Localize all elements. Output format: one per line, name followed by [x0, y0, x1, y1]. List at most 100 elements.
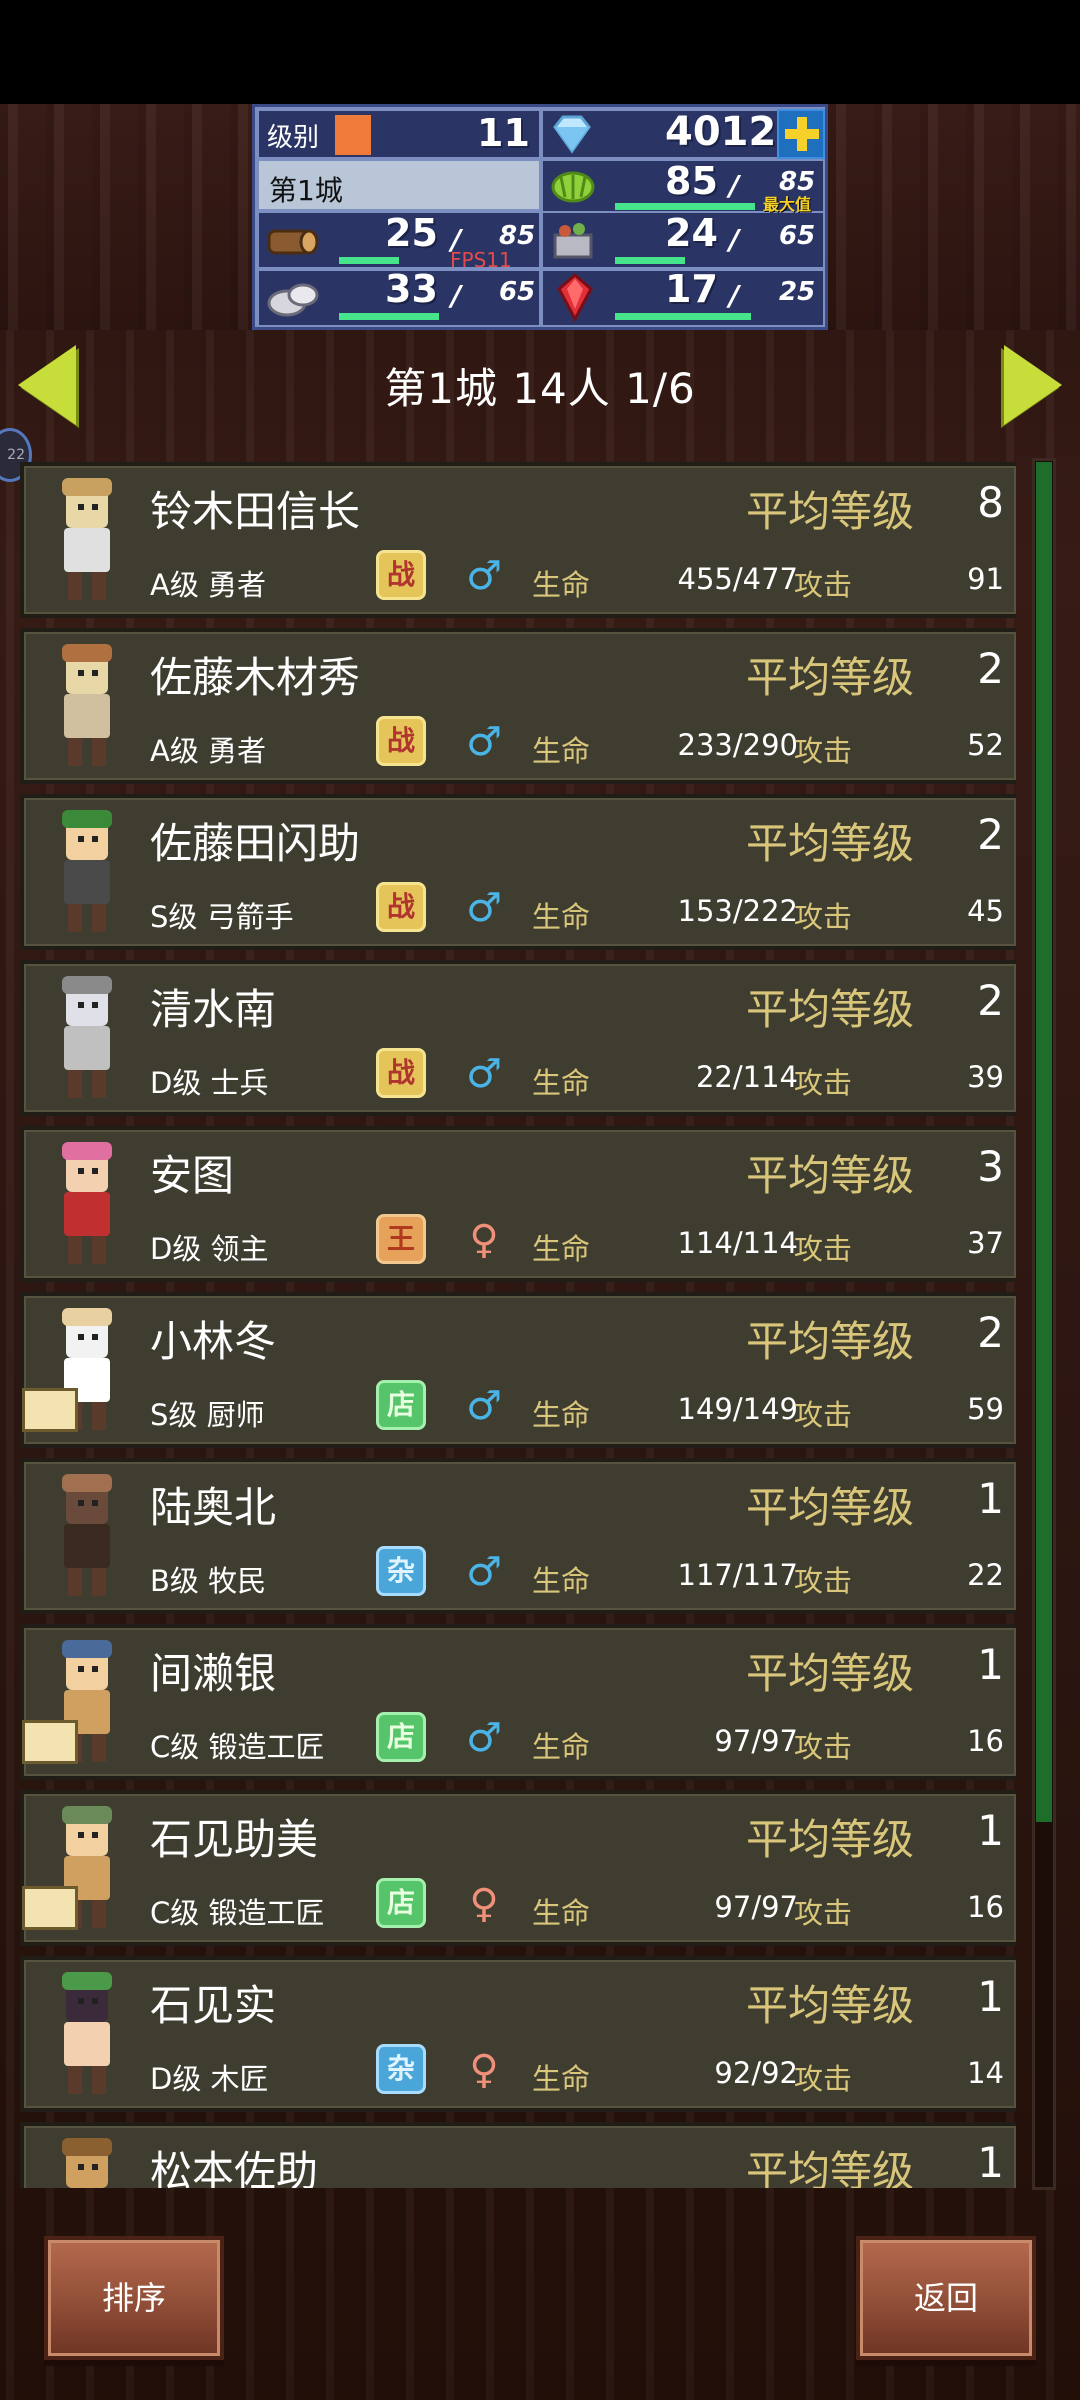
job-category-icon: 店 — [376, 1712, 426, 1762]
character-row[interactable]: 小林冬 平均等级 2 S级 厨师 店 ♂ 生命 149/149 攻击 59 — [20, 1292, 1016, 1448]
character-name: 石见助美 — [150, 1815, 319, 1864]
city-name: 第1城 — [269, 174, 343, 207]
character-row[interactable]: 石见实 平均等级 1 D级 木匠 杂 ♀ 生命 92/92 攻击 14 — [20, 1956, 1016, 2112]
gender-icon: ♂ — [466, 1383, 502, 1429]
attack-label: 攻击 — [794, 1398, 853, 1432]
character-level: 1 — [977, 1972, 1004, 2021]
character-name: 小林冬 — [150, 1317, 277, 1366]
character-list[interactable]: 铃木田信长 平均等级 8 A级 勇者 战 ♂ 生命 455/477 攻击 91 — [14, 456, 1016, 2188]
back-button[interactable]: 返回 — [856, 2236, 1036, 2360]
wood-log-icon — [267, 229, 319, 255]
hp-label: 生命 — [532, 734, 591, 768]
character-row[interactable]: 石见助美 平均等级 1 C级 锻造工匠 店 ♀ 生命 97/97 攻击 16 — [20, 1790, 1016, 1946]
character-row[interactable]: 佐藤木材秀 平均等级 2 A级 勇者 战 ♂ 生命 233/290 攻击 52 — [20, 628, 1016, 784]
hp-value: 92/92 — [714, 2056, 798, 2090]
job-category-icon: 战 — [376, 882, 426, 932]
ruby-slash: / — [729, 279, 740, 312]
character-avatar-icon — [62, 1474, 112, 1596]
character-level: 1 — [977, 1806, 1004, 1855]
job-category-icon: 王 — [376, 1214, 426, 1264]
stone-bar — [339, 313, 439, 320]
character-level: 2 — [977, 810, 1004, 859]
hp-value: 153/222 — [677, 894, 798, 928]
character-level: 1 — [977, 1474, 1004, 1523]
grass-icon — [551, 171, 595, 203]
attack-label: 攻击 — [794, 568, 853, 602]
gender-icon: ♂ — [466, 1051, 502, 1097]
average-level-label: 平均等级 — [746, 1151, 915, 1200]
character-row[interactable]: 铃木田信长 平均等级 8 A级 勇者 战 ♂ 生命 455/477 攻击 91 — [20, 462, 1016, 618]
average-level-label: 平均等级 — [746, 2147, 915, 2188]
character-name: 安图 — [150, 1151, 235, 1200]
attack-value: 16 — [967, 1724, 1004, 1758]
status-panel: 级别 11 4012 第1城 85 / 85 最大值 25 / 85 24 / … — [252, 104, 828, 330]
next-page-arrow[interactable] — [1004, 345, 1062, 425]
hp-value: 97/97 — [714, 1724, 798, 1758]
ore-current: 24 — [665, 211, 718, 255]
hp-label: 生命 — [532, 1730, 591, 1764]
character-name: 佐藤田闪助 — [150, 819, 361, 868]
character-rank: A级 勇者 — [150, 568, 267, 602]
page-title: 第1城 14人 1/6 — [384, 364, 696, 413]
scrollbar-thumb[interactable] — [1036, 462, 1052, 1822]
average-level-label: 平均等级 — [746, 1981, 915, 2030]
hp-label: 生命 — [532, 900, 591, 934]
character-avatar-icon — [62, 1972, 112, 2094]
character-rank: C级 锻造工匠 — [150, 1896, 325, 1930]
character-avatar-icon — [62, 1142, 112, 1264]
character-level: 2 — [977, 644, 1004, 693]
character-name: 铃木田信长 — [150, 487, 361, 536]
hp-label: 生命 — [532, 1232, 591, 1266]
job-category-icon: 战 — [376, 550, 426, 600]
attack-value: 52 — [967, 728, 1004, 762]
attack-value: 91 — [967, 562, 1004, 596]
attack-label: 攻击 — [794, 1730, 853, 1764]
average-level-label: 平均等级 — [746, 819, 915, 868]
character-row[interactable]: 陆奥北 平均等级 1 B级 牧民 杂 ♂ 生命 117/117 攻击 22 — [20, 1458, 1016, 1614]
attack-label: 攻击 — [794, 2062, 853, 2096]
character-row[interactable]: 松本佐助 平均等级 1 — [20, 2122, 1016, 2188]
food-slash: / — [729, 169, 740, 202]
gender-icon: ♀ — [469, 2047, 499, 2093]
average-level-label: 平均等级 — [746, 1317, 915, 1366]
wood-current: 25 — [385, 211, 438, 255]
hp-value: 455/477 — [677, 562, 798, 596]
food-bar — [615, 203, 755, 210]
character-level: 1 — [977, 2138, 1004, 2187]
ore-slash: / — [729, 223, 740, 256]
gender-icon: ♂ — [466, 1715, 502, 1761]
attack-label: 攻击 — [794, 734, 853, 768]
character-avatar-icon — [62, 644, 112, 766]
character-rank: S级 厨师 — [150, 1398, 265, 1432]
add-gems-button[interactable] — [777, 109, 825, 159]
character-name: 清水南 — [150, 985, 277, 1034]
hp-value: 117/117 — [677, 1558, 798, 1592]
sort-button[interactable]: 排序 — [44, 2236, 224, 2360]
hp-label: 生命 — [532, 1398, 591, 1432]
character-row[interactable]: 清水南 平均等级 2 D级 士兵 战 ♂ 生命 22/114 攻击 39 — [20, 960, 1016, 1116]
character-row[interactable]: 佐藤田闪助 平均等级 2 S级 弓箭手 战 ♂ 生命 153/222 攻击 45 — [20, 794, 1016, 950]
job-category-icon: 杂 — [376, 2044, 426, 2094]
character-rank: D级 士兵 — [150, 1066, 269, 1100]
gender-icon: ♂ — [466, 719, 502, 765]
stone-icon — [267, 283, 319, 317]
stone-current: 33 — [385, 267, 438, 311]
character-row[interactable]: 安图 平均等级 3 D级 领主 王 ♀ 生命 114/114 攻击 37 — [20, 1126, 1016, 1282]
ruby-current: 17 — [665, 267, 718, 311]
attack-value: 39 — [967, 1060, 1004, 1094]
level-label: 级别 — [267, 123, 320, 153]
attack-value: 37 — [967, 1226, 1004, 1260]
average-level-label: 平均等级 — [746, 1815, 915, 1864]
gender-icon: ♂ — [466, 553, 502, 599]
hp-value: 149/149 — [677, 1392, 798, 1426]
shop-building-icon — [22, 1886, 78, 1930]
character-avatar-icon — [62, 478, 112, 600]
job-category-icon: 店 — [376, 1878, 426, 1928]
hp-label: 生命 — [532, 2062, 591, 2096]
character-rank: S级 弓箭手 — [150, 900, 294, 934]
gender-icon: ♀ — [469, 1217, 499, 1263]
character-row[interactable]: 间濑银 平均等级 1 C级 锻造工匠 店 ♂ 生命 97/97 攻击 16 — [20, 1624, 1016, 1780]
level-progress-bar — [335, 115, 371, 155]
ruby-icon — [557, 273, 593, 323]
average-level-label: 平均等级 — [746, 1649, 915, 1698]
